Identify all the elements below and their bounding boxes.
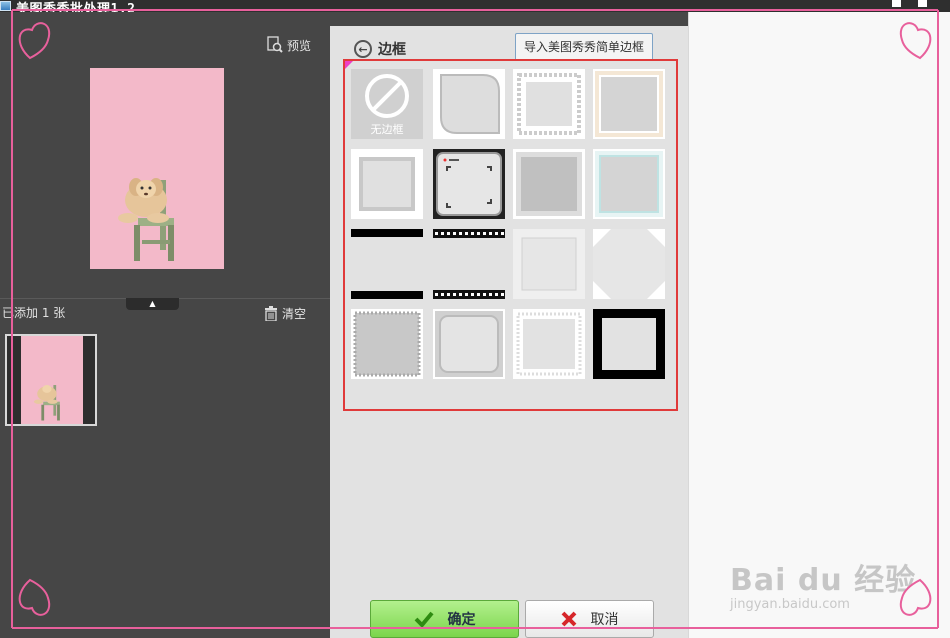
clear-label: 清空 xyxy=(282,307,307,321)
border-option-4[interactable] xyxy=(593,69,665,139)
border-option-12[interactable] xyxy=(593,229,665,299)
app-icon xyxy=(0,1,11,11)
border-option-10[interactable] xyxy=(433,229,505,299)
border-option-2[interactable] xyxy=(433,69,505,139)
border-option-9[interactable] xyxy=(351,229,423,299)
left-panel: 预览 ▲ 已添加 1 张 清空 xyxy=(0,12,330,638)
border-panel: ← 边框 导入美图秀秀简单边框 无边框 确定 取消 xyxy=(330,26,688,638)
menu-button[interactable] xyxy=(892,0,901,7)
baidu-watermark-url: jingyan.baidu.com xyxy=(730,597,850,612)
border-option-11[interactable] xyxy=(513,229,585,299)
collapse-toggle[interactable]: ▲ xyxy=(126,298,179,310)
border-option-5[interactable] xyxy=(351,149,423,219)
no-border-label: 无边框 xyxy=(370,123,404,136)
import-borders-button[interactable]: 导入美图秀秀简单边框 xyxy=(515,33,653,61)
cancel-button[interactable]: 取消 xyxy=(525,600,654,638)
border-option-8[interactable] xyxy=(593,149,665,219)
added-count-label: 已添加 1 张 xyxy=(2,306,66,320)
chevron-up-icon: ▲ xyxy=(149,299,156,308)
border-option-14[interactable] xyxy=(433,309,505,379)
preview-label: 预览 xyxy=(287,38,312,53)
back-button[interactable]: ← 边框 xyxy=(354,39,406,59)
border-option-7[interactable] xyxy=(513,149,585,219)
close-icon xyxy=(561,611,576,627)
border-option-3[interactable] xyxy=(513,69,585,139)
border-option-none[interactable]: 无边框 xyxy=(351,69,423,139)
photo-thumbnail[interactable] xyxy=(5,334,97,426)
title-bar: 美图秀秀批处理1.2 xyxy=(0,0,950,17)
border-option-6[interactable] xyxy=(433,149,505,219)
cancel-label: 取消 xyxy=(590,612,619,628)
clear-button[interactable]: 清空 xyxy=(264,305,306,322)
confirm-label: 确定 xyxy=(447,612,476,628)
border-option-15[interactable] xyxy=(513,309,585,379)
baidu-watermark-logo: Bai du 经验 xyxy=(730,563,917,598)
maximize-button[interactable] xyxy=(918,0,927,7)
right-panel xyxy=(688,12,950,638)
border-option-16[interactable] xyxy=(593,309,665,379)
confirm-button[interactable]: 确定 xyxy=(370,600,519,638)
trash-icon xyxy=(265,306,277,321)
back-arrow-icon: ← xyxy=(354,40,372,58)
preview-icon xyxy=(267,36,283,53)
checkmark-icon xyxy=(414,611,434,627)
border-option-13[interactable] xyxy=(351,309,423,379)
preview-button[interactable]: 预览 xyxy=(266,36,311,54)
panel-title: 边框 xyxy=(378,42,406,58)
border-grid: 无边框 xyxy=(343,59,678,411)
preview-photo xyxy=(90,68,224,269)
